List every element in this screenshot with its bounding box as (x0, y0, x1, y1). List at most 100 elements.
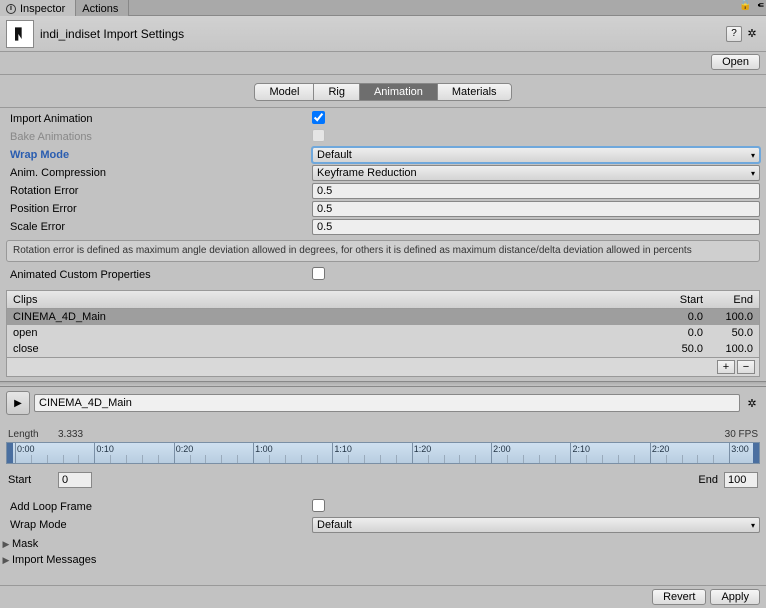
dropdown-wrap-mode[interactable]: Default (312, 147, 760, 163)
clip-name-field[interactable] (34, 394, 740, 412)
clip-row[interactable]: CINEMA_4D_Main 0.0 100.0 (7, 309, 759, 325)
timeline-minor-tick (586, 455, 587, 463)
timeline-tick-label: 2:10 (572, 444, 590, 454)
timeline-minor-tick (110, 455, 111, 463)
clip-row[interactable]: open 0.0 50.0 (7, 325, 759, 341)
dropdown-anim-compression[interactable]: Keyframe Reduction (312, 165, 760, 181)
clip-start: 0.0 (653, 311, 703, 323)
remove-clip-button[interactable]: − (737, 360, 755, 374)
timeline-minor-tick (618, 455, 619, 463)
timeline-minor-tick (713, 455, 714, 463)
tab-inspector[interactable]: i Inspector (0, 0, 76, 16)
timeline-tick (729, 443, 730, 463)
timeline-tick-label: 1:00 (255, 444, 273, 454)
timeline-tick (94, 443, 95, 463)
checkbox-import-animation[interactable] (312, 111, 325, 124)
checkbox-add-loop-frame[interactable] (312, 499, 325, 512)
add-clip-button[interactable]: + (717, 360, 735, 374)
play-button[interactable] (6, 391, 30, 415)
label-import-animation: Import Animation (6, 113, 312, 125)
asset-type-icon (6, 20, 34, 48)
clips-list: Clips Start End CINEMA_4D_Main 0.0 100.0… (6, 290, 760, 377)
clip-settings-gear-icon[interactable]: ✲ (744, 395, 760, 411)
timeline-tick-label: 2:20 (652, 444, 670, 454)
timeline-minor-tick (190, 455, 191, 463)
chevron-right-icon: ▶ (0, 539, 12, 550)
timeline-minor-tick (142, 455, 143, 463)
timeline[interactable]: 0:000:100:201:001:101:202:002:102:203:00 (6, 442, 760, 464)
chevron-right-icon: ▶ (0, 555, 12, 566)
revert-button[interactable]: Revert (652, 589, 706, 605)
end-label: End (694, 474, 724, 486)
timeline-minor-tick (444, 455, 445, 463)
timeline-tick (332, 443, 333, 463)
clip-end: 100.0 (703, 343, 753, 355)
timeline-minor-tick (555, 455, 556, 463)
context-menu-icon[interactable]: ▪≡ (754, 0, 766, 15)
foldout-mask-label: Mask (12, 538, 38, 550)
timeline-tick-label: 1:10 (334, 444, 352, 454)
label-scale-error: Scale Error (6, 221, 312, 233)
timeline-minor-tick (237, 455, 238, 463)
input-scale-error[interactable] (312, 219, 760, 235)
timeline-minor-tick (31, 455, 32, 463)
clip-row[interactable]: close 50.0 100.0 (7, 341, 759, 357)
timeline-tick (174, 443, 175, 463)
label-animated-custom-props: Animated Custom Properties (6, 269, 312, 281)
label-bake-animations: Bake Animations (6, 131, 312, 143)
open-button[interactable]: Open (711, 54, 760, 70)
length-label: Length (8, 429, 58, 440)
timeline-tick-label: 0:10 (96, 444, 114, 454)
asset-title: indi_indiset Import Settings (40, 27, 726, 41)
timeline-minor-tick (380, 455, 381, 463)
timeline-tick (650, 443, 651, 463)
clip-end: 50.0 (703, 327, 753, 339)
tab-materials[interactable]: Materials (438, 84, 511, 100)
timeline-minor-tick (269, 455, 270, 463)
tab-actions[interactable]: Actions (76, 0, 129, 16)
timeline-tick (15, 443, 16, 463)
input-position-error[interactable] (312, 201, 760, 217)
timeline-minor-tick (539, 455, 540, 463)
timeline-minor-tick (205, 455, 206, 463)
clip-name: close (13, 343, 653, 355)
apply-button[interactable]: Apply (710, 589, 760, 605)
clips-header-end: End (703, 294, 753, 306)
timeline-tick-label: 0:00 (17, 444, 35, 454)
label-position-error: Position Error (6, 203, 312, 215)
timeline-tick (412, 443, 413, 463)
clip-start: 50.0 (653, 343, 703, 355)
timeline-minor-tick (63, 455, 64, 463)
timeline-minor-tick (634, 455, 635, 463)
foldout-mask[interactable]: ▶ Mask (0, 536, 766, 552)
timeline-minor-tick (459, 455, 460, 463)
tab-model[interactable]: Model (255, 84, 314, 100)
timeline-tick (491, 443, 492, 463)
tab-actions-label: Actions (82, 3, 118, 15)
timeline-minor-tick (348, 455, 349, 463)
info-icon: i (6, 4, 16, 14)
label-anim-compression: Anim. Compression (6, 167, 312, 179)
timeline-minor-tick (682, 455, 683, 463)
tab-inspector-label: Inspector (20, 3, 65, 15)
timeline-minor-tick (523, 455, 524, 463)
timeline-end-handle[interactable] (753, 443, 759, 463)
foldout-import-messages-label: Import Messages (12, 554, 96, 566)
timeline-minor-tick (697, 455, 698, 463)
checkbox-animated-custom-props[interactable] (312, 267, 325, 280)
help-button[interactable]: ? (726, 26, 742, 42)
start-input[interactable] (58, 472, 92, 488)
fps-label: 30 FPS (725, 429, 758, 440)
end-input[interactable] (724, 472, 758, 488)
timeline-minor-tick (507, 455, 508, 463)
tab-animation[interactable]: Animation (360, 84, 438, 100)
foldout-import-messages[interactable]: ▶ Import Messages (0, 552, 766, 568)
tab-rig[interactable]: Rig (314, 84, 360, 100)
input-rotation-error[interactable] (312, 183, 760, 199)
lock-icon[interactable]: 🔒 (737, 0, 753, 15)
dropdown-wrap-mode-2[interactable]: Default (312, 517, 760, 533)
timeline-minor-tick (301, 455, 302, 463)
settings-gear-icon[interactable]: ✲ (744, 26, 760, 42)
timeline-start-handle[interactable] (7, 443, 13, 463)
start-label: Start (8, 474, 58, 486)
